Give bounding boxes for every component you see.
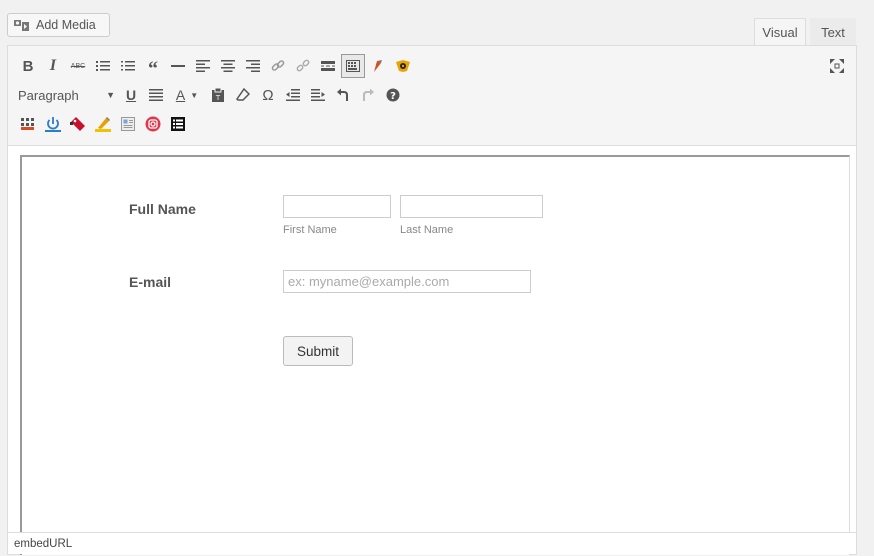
redo-icon[interactable]	[356, 83, 380, 107]
element-path[interactable]: embedURL	[14, 538, 72, 550]
toolbar-row-2: Paragraph ▼ U A ▼ T Ω ?	[16, 83, 406, 107]
editor-toolbar: B I ABC “ Paragraph ▼ U A ▼ T Ω ?	[8, 46, 856, 146]
editor-content[interactable]: Full Name First Name Last Name E-mail ex…	[20, 155, 850, 555]
add-media-button[interactable]: Add Media	[7, 13, 110, 37]
format-select-value: Paragraph	[18, 87, 79, 103]
document-plugin-icon[interactable]	[116, 112, 140, 136]
read-more-icon[interactable]	[316, 54, 340, 78]
italic-icon[interactable]: I	[41, 54, 65, 78]
toolbar-toggle-icon[interactable]	[341, 54, 365, 78]
editor: B I ABC “ Paragraph ▼ U A ▼ T Ω ? Full N…	[7, 45, 857, 555]
table-plugin-icon[interactable]	[166, 112, 190, 136]
bold-icon[interactable]: B	[16, 54, 40, 78]
bullet-list-icon[interactable]	[91, 54, 115, 78]
grid-plugin-icon[interactable]	[16, 112, 40, 136]
fullscreen-icon[interactable]	[825, 54, 849, 78]
underline-icon[interactable]: U	[119, 83, 143, 107]
power-plugin-icon[interactable]	[41, 112, 65, 136]
unlink-icon[interactable]	[291, 54, 315, 78]
horizontal-line-icon[interactable]	[166, 54, 190, 78]
email-field[interactable]: ex: myname@example.com	[283, 270, 531, 293]
last-name-input[interactable]	[400, 195, 543, 218]
chevron-down-icon: ▼	[106, 90, 115, 100]
toolbar-row-1: B I ABC “	[16, 54, 416, 79]
media-icon	[14, 20, 29, 31]
email-label: E-mail	[129, 274, 172, 290]
full-name-label: Full Name	[129, 201, 196, 217]
highlighter-plugin-icon[interactable]	[91, 112, 115, 136]
align-center-icon[interactable]	[216, 54, 240, 78]
first-name-sublabel: First Name	[283, 224, 337, 236]
camera-plugin-icon[interactable]	[141, 112, 165, 136]
tab-visual[interactable]: Visual	[754, 18, 806, 46]
blockquote-icon[interactable]: “	[141, 54, 165, 79]
numbered-list-icon[interactable]	[116, 54, 140, 78]
tag-plugin-icon[interactable]	[66, 112, 90, 136]
align-right-icon[interactable]	[241, 54, 265, 78]
undo-icon[interactable]	[331, 83, 355, 107]
pen-plugin-icon[interactable]	[366, 54, 390, 78]
first-name-input[interactable]	[283, 195, 391, 218]
help-icon[interactable]: ?	[381, 83, 405, 107]
outdent-icon[interactable]	[281, 83, 305, 107]
text-color-icon[interactable]: A ▼	[169, 83, 205, 107]
last-name-sublabel: Last Name	[400, 224, 454, 236]
format-select[interactable]: Paragraph ▼	[16, 83, 119, 107]
add-media-label: Add Media	[36, 18, 96, 32]
strikethrough-icon[interactable]: ABC	[66, 54, 90, 78]
clear-formatting-icon[interactable]	[231, 83, 255, 107]
toolbar-row-3	[16, 112, 191, 136]
svg-text:T: T	[215, 94, 221, 102]
special-character-icon[interactable]: Ω	[256, 83, 280, 107]
paste-text-icon[interactable]: T	[206, 83, 230, 107]
svg-text:?: ?	[390, 91, 396, 102]
align-left-icon[interactable]	[191, 54, 215, 78]
status-bar: embedURL	[8, 532, 856, 554]
indent-icon[interactable]	[306, 83, 330, 107]
badge-plugin-icon[interactable]	[391, 54, 415, 78]
submit-button[interactable]: Submit	[283, 336, 353, 366]
tab-text[interactable]: Text	[810, 18, 856, 46]
justify-icon[interactable]	[144, 83, 168, 107]
link-icon[interactable]	[266, 54, 290, 78]
